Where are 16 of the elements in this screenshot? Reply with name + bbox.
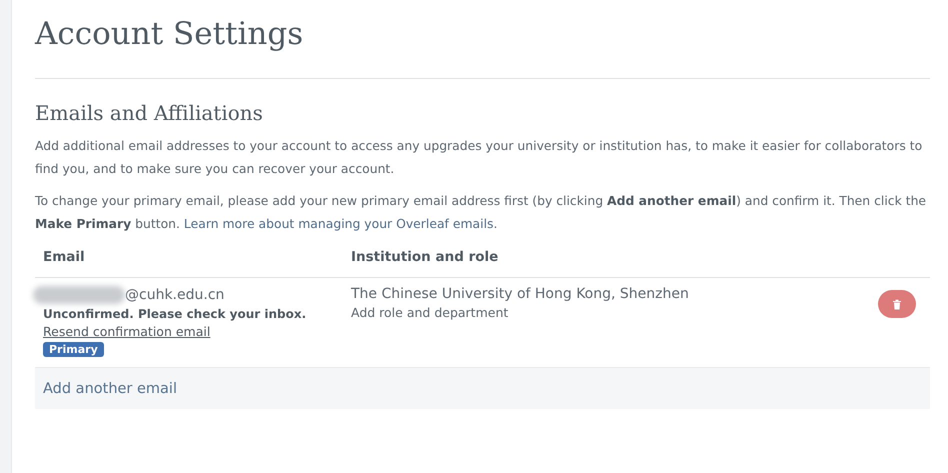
description-text: Add additional email addresses to your account to access any upgrades your university or institution has, to make it easier for collaborators to find you, and to make sure you can recover your account. xyxy=(35,137,924,178)
description-text: To change your primary email, please add your new primary email address first (by clicking Add another email) and confirm it. Then click the Make Primary button. Learn more about managing your Overleaf emails. xyxy=(35,192,928,233)
column-header: Institution and role xyxy=(343,249,870,278)
page-title: Account Settings xyxy=(35,15,304,54)
status-text: Unconfirmed. Please check your inbox. xyxy=(43,307,306,321)
resend-link[interactable]: Resend confirmation email xyxy=(43,324,210,339)
primary-badge: Primary xyxy=(43,342,104,357)
delete-button[interactable] xyxy=(878,290,916,318)
role-link[interactable]: Add role and department xyxy=(351,305,508,320)
column-header: Email xyxy=(35,249,343,278)
help-link[interactable]: Learn more about managing your Overleaf emails. xyxy=(184,216,498,231)
add-email-link[interactable]: Add another email xyxy=(43,381,177,397)
trash-icon xyxy=(892,298,902,310)
institution-name: The Chinese University of Hong Kong, Shenzhen xyxy=(351,286,689,302)
section-title: Emails and Affiliations xyxy=(35,101,264,125)
email-address: @cuhk.edu.cn xyxy=(125,287,224,303)
